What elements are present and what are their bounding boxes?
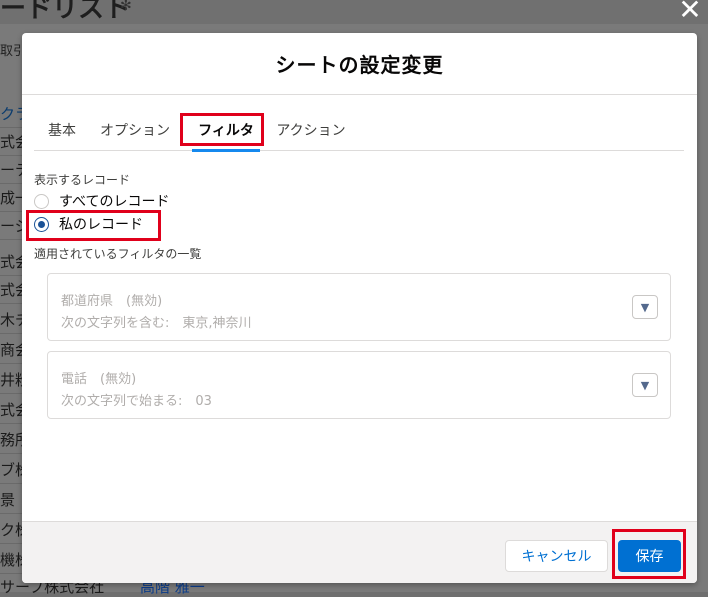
background-row: 井粉 [0,366,22,394]
radio-my-records[interactable]: 私のレコード [34,214,143,234]
background-row: 式会 [0,128,22,156]
background-row: 務所 [0,426,22,454]
filter-card: 都道府県 (無効) 次の文字列を含む: 東京,神奈川 ▼ [47,273,671,341]
radio-button[interactable] [34,193,49,209]
background-row: 木チ [0,306,22,334]
filter-field: 電話 (無効) [61,372,137,387]
background-row: ブ株 [0,456,22,484]
save-button[interactable]: 保存 [618,540,681,572]
modal-title: シートの設定変更 [275,53,444,77]
tab-basic[interactable]: 基本 [46,113,78,151]
close-icon[interactable]: ✕ [676,0,704,26]
background-row: 機株 [0,546,22,574]
tab-options[interactable]: オプション [98,113,172,151]
modal-footer: キャンセル 保存 [22,521,697,583]
background-row: 成一 [0,184,22,212]
radio-label: すべてのレコード [59,194,170,210]
tab-filter[interactable]: フィルタ [192,113,260,152]
filter-field: 都道府県 (無効) [61,294,163,309]
sheet-settings-modal: シートの設定変更 基本 オプション フィルタ アクション 表示するレコード すべ… [22,33,697,583]
background-row: 景 [0,486,22,514]
chevron-down-icon: ▼ [640,300,650,314]
chevron-down-icon: ▼ [640,378,650,392]
background-row: 商会 [0,336,22,364]
filter-menu-button[interactable]: ▼ [632,373,658,397]
background-row: ージェ [0,212,22,240]
radio-label: 私のレコード [59,217,143,233]
cancel-button[interactable]: キャンセル [505,540,608,572]
gear-icon: ✻ [120,0,132,14]
background-row: 式会 [0,276,22,304]
background-row: ク株 [0,516,22,544]
filter-condition: 次の文字列で始まる: 03 [61,394,212,409]
background-page-title: ードリスト [0,0,131,24]
background-row: 式会 [0,248,22,276]
records-section-label: 表示するレコード [34,173,131,187]
radio-button-selected[interactable] [34,216,49,232]
background-row: 式会 [0,396,22,424]
filter-menu-button[interactable]: ▼ [632,295,658,319]
radio-all-records[interactable]: すべてのレコード [34,191,169,211]
filter-condition: 次の文字列を含む: 東京,神奈川 [61,316,252,331]
filters-section-label: 適用されているフィルタの一覧 [34,247,202,261]
modal-header: シートの設定変更 [22,33,697,95]
background-row: ーテ [0,156,22,184]
background-row: クラ [0,100,22,128]
tab-action[interactable]: アクション [274,113,348,151]
settings-tabs: 基本 オプション フィルタ アクション [34,113,684,152]
filter-card: 電話 (無効) 次の文字列で始まる: 03 ▼ [47,351,671,419]
